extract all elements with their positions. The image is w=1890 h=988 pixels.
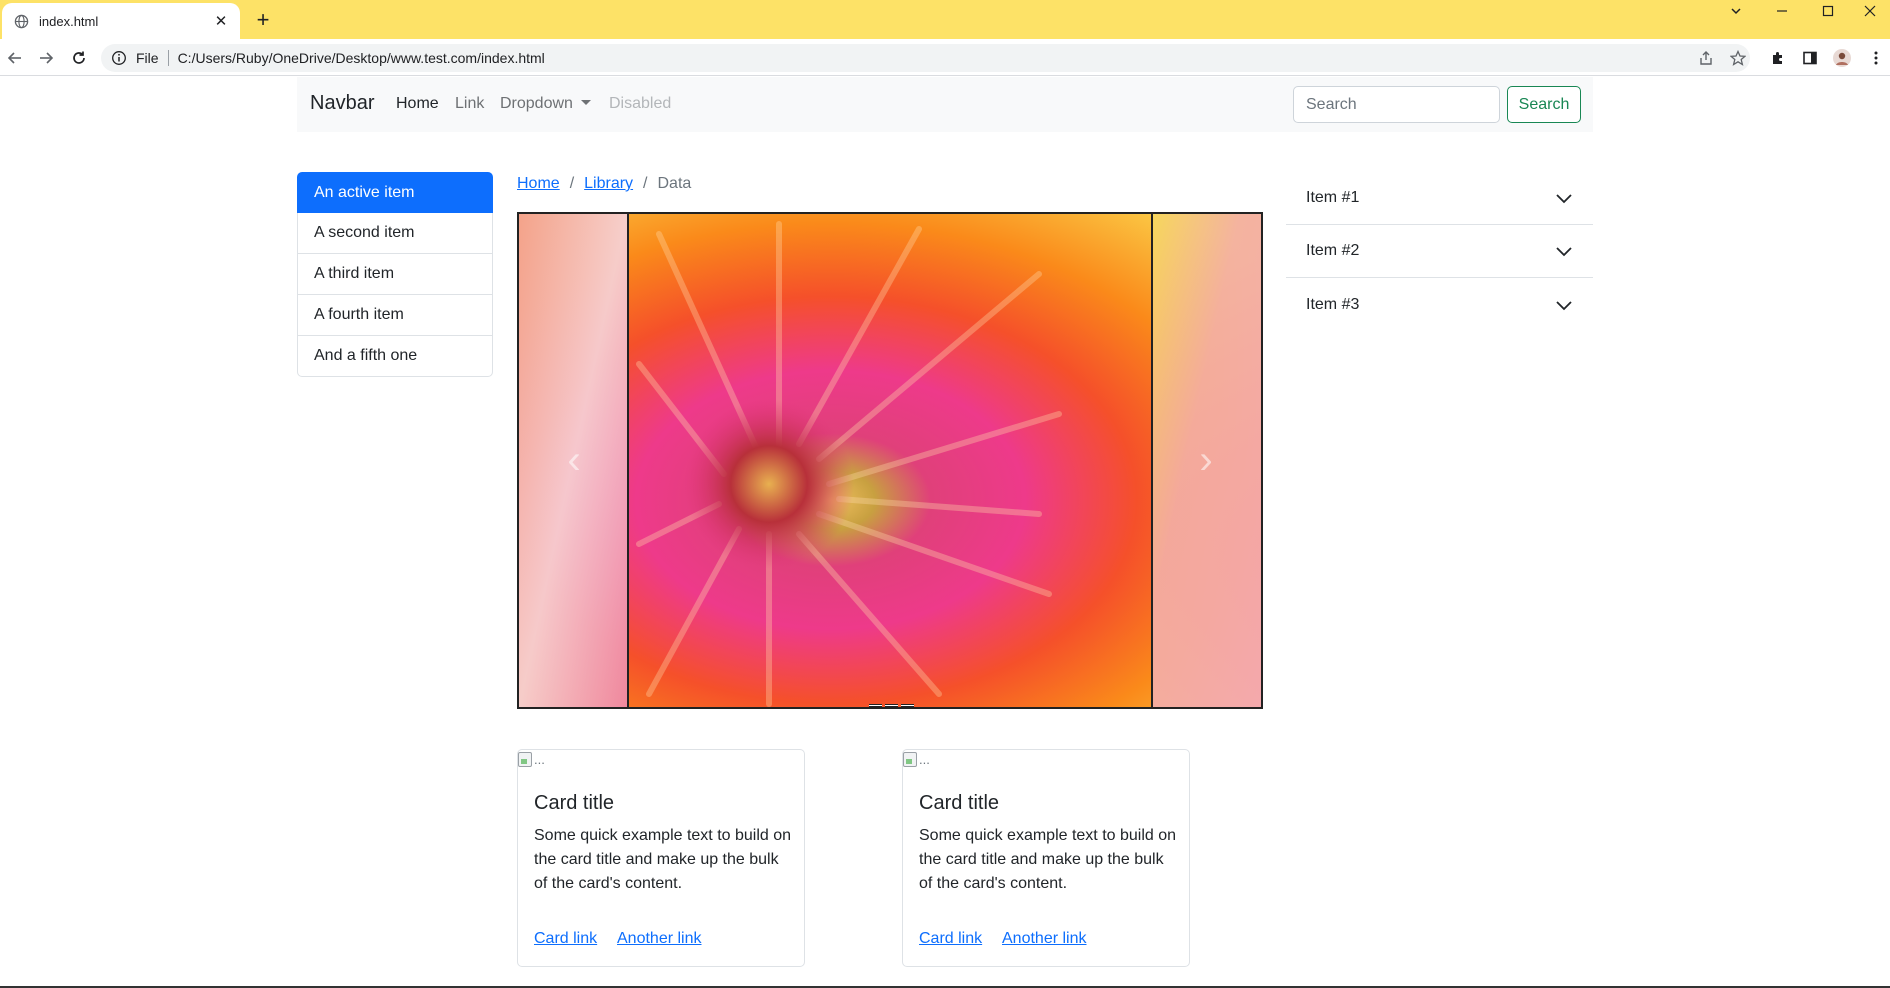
url-scheme-label: File [136, 50, 159, 66]
list-item[interactable]: And a fifth one [297, 336, 493, 377]
card-link[interactable]: Card link [919, 930, 982, 948]
accordion-label: Item #1 [1306, 189, 1360, 206]
browser-toolbar: File C:/Users/Ruby/OneDrive/Desktop/www.… [0, 39, 1890, 76]
broken-image-icon [518, 752, 532, 767]
card-another-link[interactable]: Another link [617, 930, 702, 948]
card-title: Card title [534, 792, 615, 814]
breadcrumb-current: Data [657, 175, 692, 192]
side-panel-icon[interactable] [1797, 45, 1823, 71]
tab-title: index.html [39, 13, 99, 29]
list-item[interactable]: A fourth item [297, 295, 493, 336]
nav-link-disabled: Disabled [609, 95, 672, 112]
image-carousel: ‹ › [517, 212, 1263, 709]
bookmark-star-icon[interactable] [1725, 45, 1751, 71]
browser-menu-icon[interactable] [1863, 45, 1889, 71]
breadcrumb-separator: / [643, 175, 648, 192]
browser-tab[interactable]: index.html ✕ [2, 3, 240, 39]
carousel-indicators [869, 704, 914, 707]
reload-icon[interactable] [66, 45, 92, 71]
accordion-item-1[interactable]: Item #1 [1286, 172, 1593, 225]
card-image-broken: ... [518, 752, 545, 767]
list-item-active[interactable]: An active item [297, 172, 493, 213]
card-link[interactable]: Card link [534, 930, 597, 948]
share-icon[interactable] [1693, 45, 1719, 71]
card: ... Card title Some quick example text t… [902, 749, 1190, 967]
tab-search-icon[interactable] [1716, 0, 1756, 22]
maximize-icon[interactable] [1808, 0, 1848, 22]
card-text: Some quick example text to build on the … [534, 827, 792, 892]
url-divider [167, 50, 169, 66]
profile-avatar[interactable] [1829, 45, 1855, 71]
info-icon[interactable] [111, 50, 127, 66]
chevron-left-icon[interactable]: ‹ [519, 214, 629, 707]
list-item[interactable]: A second item [297, 213, 493, 254]
card-text: Some quick example text to build on the … [919, 827, 1177, 892]
card: ... Card title Some quick example text t… [517, 749, 805, 967]
carousel-indicator[interactable] [885, 704, 898, 707]
broken-image-icon [903, 752, 917, 767]
card-title: Card title [919, 792, 1000, 814]
close-tab-icon[interactable]: ✕ [212, 12, 230, 30]
back-icon[interactable] [2, 45, 28, 71]
breadcrumb: Home / Library / Data [517, 175, 691, 193]
accordion-item-2[interactable]: Item #2 [1286, 225, 1593, 278]
chevron-down-icon [1555, 189, 1573, 207]
list-item[interactable]: A third item [297, 254, 493, 295]
url-text[interactable]: C:/Users/Ruby/OneDrive/Desktop/www.test.… [178, 50, 545, 66]
flower-photo [519, 214, 1261, 707]
nav-link-home[interactable]: Home [396, 95, 439, 113]
search-input[interactable] [1293, 86, 1500, 123]
search-button[interactable]: Search [1507, 86, 1581, 123]
navbar-brand[interactable]: Navbar [310, 92, 374, 115]
accordion-label: Item #3 [1306, 295, 1360, 313]
carousel-indicator[interactable] [901, 704, 914, 707]
breadcrumb-separator: / [569, 175, 575, 192]
chevron-right-icon[interactable]: › [1151, 214, 1261, 707]
breadcrumb-home[interactable]: Home [517, 175, 560, 193]
address-bar[interactable]: File C:/Users/Ruby/OneDrive/Desktop/www.… [101, 44, 1750, 72]
accordion: Item #1 Item #2 Item #3 [1286, 172, 1593, 331]
chevron-down-icon [1555, 296, 1573, 314]
card-image-broken: ... [903, 752, 930, 767]
chevron-down-icon [1555, 242, 1573, 260]
list-group: An active item A second item A third ite… [297, 172, 493, 377]
browser-tabstrip: index.html ✕ + [0, 0, 1890, 39]
caret-down-icon [580, 100, 591, 105]
new-tab-button[interactable]: + [252, 9, 274, 31]
nav-link-dropdown[interactable]: Dropdown [500, 95, 591, 113]
card-another-link[interactable]: Another link [1002, 930, 1087, 948]
card-image-alt: ... [919, 752, 930, 767]
nav-link-link[interactable]: Link [455, 95, 484, 113]
carousel-indicator[interactable] [869, 704, 882, 707]
breadcrumb-library[interactable]: Library [584, 175, 633, 193]
accordion-item-3[interactable]: Item #3 [1286, 278, 1593, 331]
dropdown-label: Dropdown [500, 95, 573, 112]
accordion-label: Item #2 [1306, 242, 1360, 259]
close-window-icon[interactable] [1850, 0, 1890, 22]
globe-icon [14, 14, 29, 29]
minimize-icon[interactable] [1762, 0, 1802, 22]
card-image-alt: ... [534, 752, 545, 767]
extensions-icon[interactable] [1765, 45, 1791, 71]
forward-icon[interactable] [33, 45, 59, 71]
